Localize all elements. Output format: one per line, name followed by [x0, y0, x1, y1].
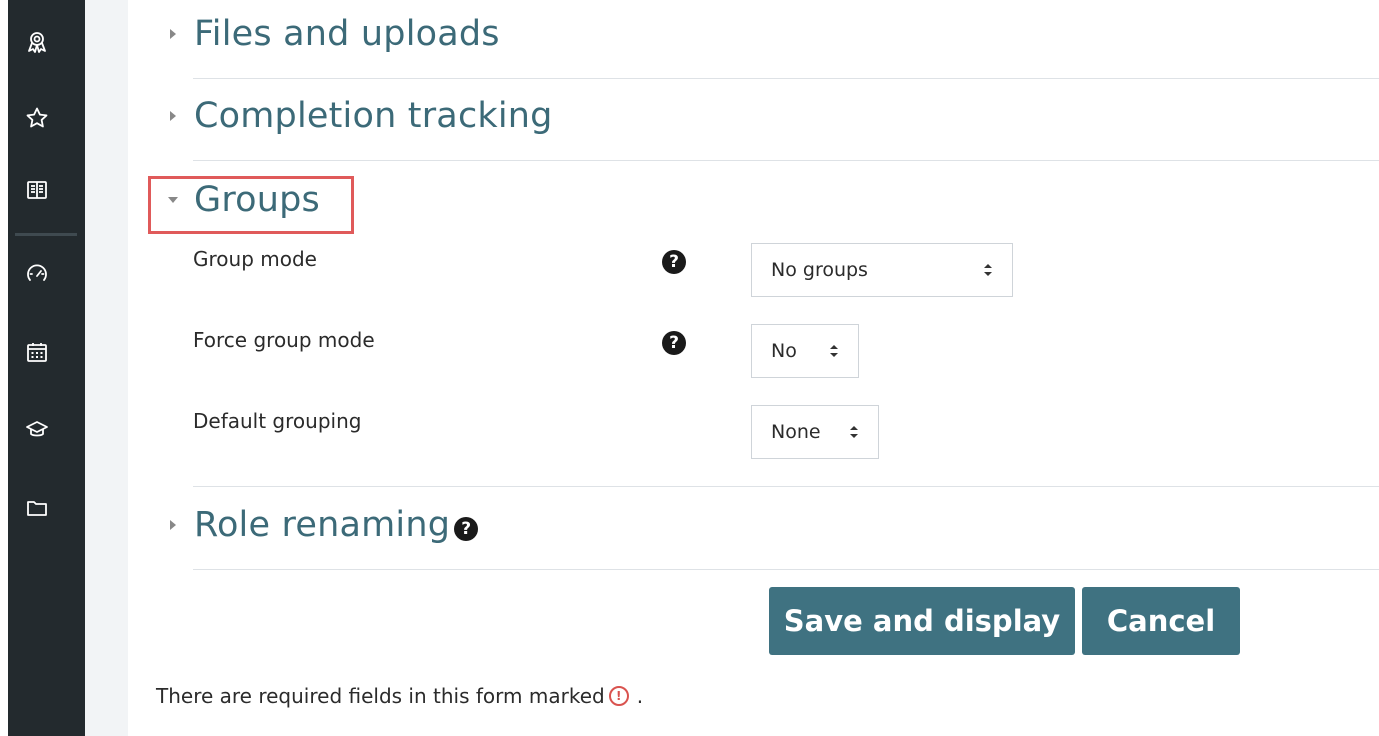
page: Files and uploads Completion tracking Gr… — [0, 0, 1379, 736]
save-and-display-button[interactable]: Save and display — [769, 587, 1075, 655]
caret-right-icon — [162, 514, 184, 536]
dashboard-icon[interactable] — [22, 259, 52, 289]
section-divider — [193, 486, 1379, 487]
badge-icon[interactable] — [22, 27, 52, 57]
required-note-period: . — [636, 684, 644, 708]
select-arrows-icon — [850, 426, 858, 438]
default-grouping-select[interactable]: None — [751, 405, 879, 459]
folder-icon[interactable] — [22, 493, 52, 523]
section-title: Files and uploads — [194, 14, 500, 54]
graduation-cap-icon[interactable] — [22, 414, 52, 444]
force-group-mode-label: Force group mode — [193, 328, 375, 352]
cancel-button[interactable]: Cancel — [1082, 587, 1240, 655]
section-completion-tracking[interactable]: Completion tracking — [162, 96, 553, 136]
help-icon[interactable]: ? — [662, 331, 686, 355]
section-divider — [193, 78, 1379, 79]
sidebar-gutter — [85, 0, 128, 736]
course-settings-form: Files and uploads Completion tracking Gr… — [128, 0, 1379, 736]
group-mode-value: No groups — [771, 259, 868, 281]
help-icon[interactable]: ? — [454, 517, 479, 541]
section-title: Groups — [194, 180, 320, 220]
required-note-text: There are required fields in this form m… — [156, 684, 605, 708]
nav-rail — [0, 0, 85, 736]
caret-right-icon — [162, 23, 184, 45]
group-mode-select[interactable]: No groups — [751, 243, 1013, 297]
caret-down-icon — [162, 189, 184, 211]
force-group-mode-select[interactable]: No — [751, 324, 859, 378]
section-role-renaming[interactable]: Role renaming ? — [162, 505, 479, 545]
caret-right-icon — [162, 105, 184, 127]
help-icon[interactable]: ? — [662, 250, 686, 274]
calendar-icon[interactable] — [22, 337, 52, 367]
required-fields-note: There are required fields in this form m… — [156, 684, 643, 708]
section-divider — [193, 569, 1379, 570]
section-title: Role renaming — [194, 505, 451, 545]
nav-rail-divider — [15, 233, 77, 236]
star-icon[interactable] — [22, 103, 52, 133]
required-icon: ! — [608, 686, 629, 706]
book-icon[interactable] — [22, 175, 52, 205]
section-title: Completion tracking — [194, 96, 553, 136]
section-groups[interactable]: Groups — [162, 180, 320, 220]
default-grouping-label: Default grouping — [193, 409, 362, 433]
group-mode-label: Group mode — [193, 247, 317, 271]
select-arrows-icon — [984, 264, 992, 276]
select-arrows-icon — [830, 345, 838, 357]
force-group-mode-value: No — [771, 340, 797, 362]
section-divider — [193, 160, 1379, 161]
default-grouping-value: None — [771, 421, 821, 443]
section-files-and-uploads[interactable]: Files and uploads — [162, 14, 500, 54]
